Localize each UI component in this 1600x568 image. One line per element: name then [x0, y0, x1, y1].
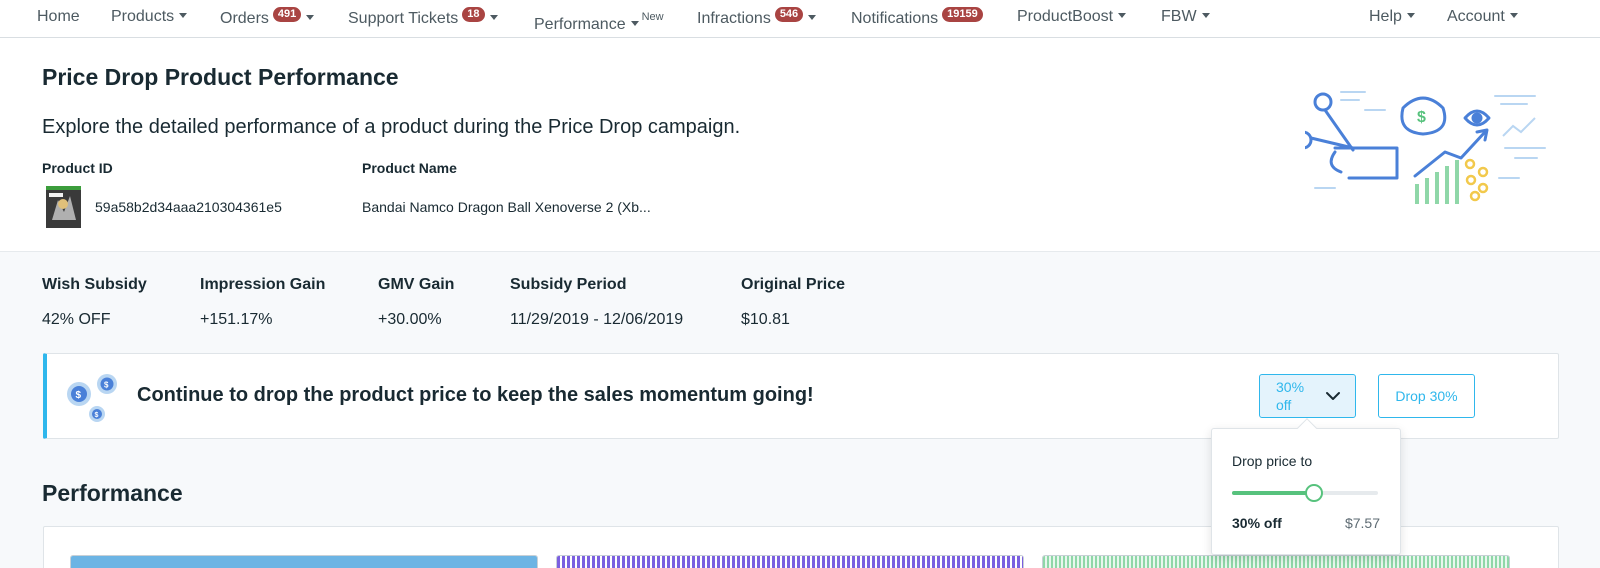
- stat-label-wish-subsidy: Wish Subsidy: [42, 276, 147, 293]
- stat-label-impression-gain: Impression Gain: [200, 276, 326, 293]
- orders-count-badge: 491: [272, 7, 302, 22]
- stat-value-original-price: $10.81: [741, 311, 790, 328]
- nav-support-tickets-label: Support Tickets: [348, 10, 459, 27]
- nav-performance[interactable]: Performance New: [534, 7, 664, 33]
- product-thumbnail[interactable]: [46, 186, 81, 228]
- stat-value-wish-subsidy: 42% OFF: [42, 311, 111, 328]
- caret-down-icon: [489, 15, 498, 20]
- product-cover-image: [46, 190, 81, 228]
- drop-price-popover: Drop price to 30% off $7.57: [1211, 418, 1401, 555]
- caret-down-icon: [808, 15, 817, 20]
- svg-text:$: $: [1417, 109, 1426, 126]
- nav-help-label: Help: [1369, 8, 1402, 25]
- nav-performance-label: Performance: [534, 16, 626, 33]
- discount-select[interactable]: 30% off: [1259, 374, 1356, 418]
- price-drop-illustration: $: [1305, 91, 1546, 204]
- caret-down-icon: [1509, 13, 1518, 18]
- nav-infractions[interactable]: Infractions 546: [697, 7, 817, 27]
- caret-down-icon: [1201, 13, 1210, 18]
- nav-home-label: Home: [37, 8, 80, 25]
- top-navigation: Home Products Orders 491 Support Tickets 1…: [0, 0, 1600, 38]
- caret-down-icon: [630, 21, 639, 26]
- svg-text:$: $: [76, 390, 82, 401]
- performance-title: Performance: [42, 480, 183, 506]
- slider-fill: [1232, 491, 1314, 495]
- coins-icon: $ $ $: [67, 374, 117, 422]
- product-name-value[interactable]: Bandai Namco Dragon Ball Xenoverse 2 (Xb…: [362, 199, 651, 215]
- discount-slider[interactable]: [1232, 484, 1378, 502]
- infractions-count-badge: 546: [774, 7, 804, 22]
- nav-home[interactable]: Home: [37, 7, 80, 27]
- stat-label-gmv-gain: GMV Gain: [378, 276, 455, 293]
- page-header: Price Drop Product Performance Explore t…: [0, 38, 1600, 252]
- nav-products-label: Products: [111, 8, 175, 25]
- nav-account-label: Account: [1447, 8, 1505, 25]
- performance-card-2: [556, 555, 1024, 568]
- nav-products[interactable]: Products: [111, 7, 188, 27]
- performance-card-3: [1042, 555, 1510, 568]
- svg-text:$: $: [104, 381, 109, 390]
- card-3-header-bar: [1043, 556, 1509, 568]
- svg-text:$: $: [95, 412, 99, 419]
- nav-infractions-label: Infractions: [697, 10, 771, 27]
- nav-productboost-label: ProductBoost: [1017, 8, 1114, 25]
- nav-account[interactable]: Account: [1447, 7, 1518, 27]
- chevron-down-icon: [1326, 392, 1340, 400]
- product-id-value: 59a58b2d34aaa210304361e5: [95, 199, 282, 215]
- drop-percent-value: 30% off: [1232, 515, 1282, 531]
- caret-down-icon: [1118, 13, 1127, 18]
- stat-value-gmv-gain: +30.00%: [378, 311, 442, 328]
- card-2-header-bar: [557, 556, 1023, 568]
- discount-select-value: 30% off: [1276, 379, 1305, 413]
- stat-value-subsidy-period: 11/29/2019 - 12/06/2019: [510, 311, 684, 328]
- nav-orders-label: Orders: [220, 10, 269, 27]
- banner-message: Continue to drop the product price to ke…: [137, 384, 814, 406]
- nav-notifications[interactable]: Notifications 19159: [851, 7, 983, 27]
- nav-notifications-label: Notifications: [851, 10, 939, 27]
- performance-card-1: [70, 555, 538, 568]
- stat-label-original-price: Original Price: [741, 276, 846, 293]
- slider-handle[interactable]: [1304, 484, 1323, 502]
- page-subtitle: Explore the detailed performance of a pr…: [42, 116, 741, 138]
- tickets-count-badge: 18: [462, 7, 485, 22]
- new-tag: New: [641, 11, 664, 23]
- nav-fbw-label: FBW: [1161, 8, 1197, 25]
- caret-down-icon: [1406, 13, 1415, 18]
- nav-orders[interactable]: Orders 491: [220, 7, 315, 27]
- drop-price-button[interactable]: Drop 30%: [1378, 374, 1475, 418]
- nav-help[interactable]: Help: [1369, 7, 1415, 27]
- stat-value-impression-gain: +151.17%: [200, 311, 273, 328]
- drop-price-value: $7.57: [1344, 515, 1380, 531]
- caret-down-icon: [179, 13, 188, 18]
- nav-support-tickets[interactable]: Support Tickets 18: [348, 7, 498, 27]
- stat-label-subsidy-period: Subsidy Period: [510, 276, 627, 293]
- notifications-count-badge: 19159: [942, 7, 983, 22]
- drop-price-label: Drop price to: [1232, 453, 1313, 469]
- nav-productboost[interactable]: ProductBoost: [1017, 7, 1127, 27]
- card-1-header-bar: [71, 556, 537, 568]
- caret-down-icon: [306, 15, 315, 20]
- page-title: Price Drop Product Performance: [42, 64, 399, 90]
- price-drop-banner: $ $ $ Continue to drop the product price…: [43, 353, 1559, 439]
- nav-fbw[interactable]: FBW: [1161, 7, 1210, 27]
- product-name-label: Product Name: [362, 160, 457, 176]
- product-id-label: Product ID: [42, 160, 113, 176]
